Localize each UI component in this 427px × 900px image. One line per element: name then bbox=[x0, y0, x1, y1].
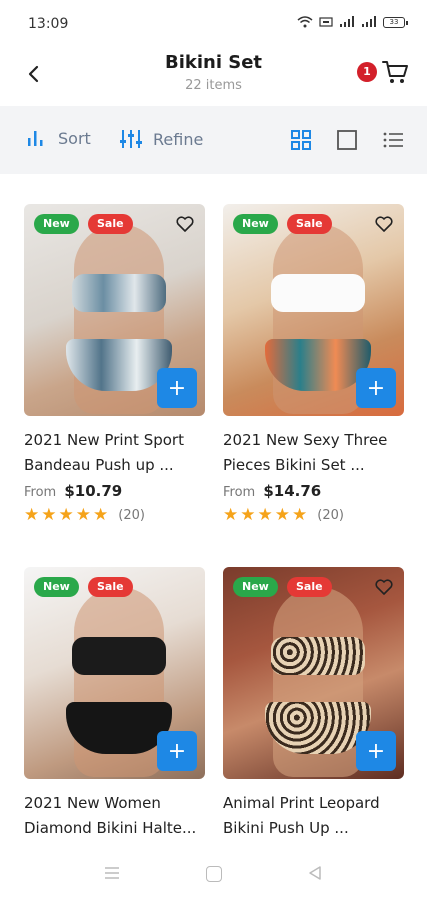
add-to-cart-button[interactable]: + bbox=[356, 731, 396, 771]
heart-icon bbox=[375, 216, 393, 232]
sort-label: Sort bbox=[58, 128, 91, 148]
swimsuit-top bbox=[72, 637, 166, 675]
new-badge: New bbox=[233, 214, 278, 234]
star-icon: ★ bbox=[292, 505, 308, 525]
grid-view-button[interactable] bbox=[289, 128, 313, 152]
status-time: 13:09 bbox=[28, 16, 69, 32]
plus-icon: + bbox=[366, 738, 386, 764]
plus-icon: + bbox=[167, 738, 187, 764]
product-image[interactable]: New Sale + bbox=[223, 567, 404, 779]
product-image[interactable]: New Sale + bbox=[223, 204, 404, 416]
status-bar: 13:09 33 bbox=[0, 0, 427, 44]
product-card[interactable]: New Sale + 2021 New Sexy Three Pieces Bi… bbox=[223, 204, 404, 524]
plus-icon: + bbox=[167, 375, 187, 401]
battery-icon: 33 bbox=[383, 16, 408, 28]
sort-bars-icon bbox=[28, 131, 43, 146]
list-view-icon bbox=[383, 132, 403, 148]
plus-icon: + bbox=[366, 375, 386, 401]
hd-signal-icon bbox=[319, 17, 333, 27]
list-view-button[interactable] bbox=[381, 128, 405, 152]
star-icon: ★ bbox=[240, 505, 256, 525]
star-icon: ★ bbox=[93, 505, 109, 525]
refine-button[interactable]: Refine bbox=[119, 128, 203, 150]
system-nav-bar bbox=[0, 850, 427, 900]
product-title[interactable]: 2021 New Women Diamond Bikini Halte... bbox=[24, 791, 205, 841]
wishlist-button[interactable] bbox=[372, 212, 396, 236]
price-prefix: From bbox=[223, 485, 256, 500]
sale-badge: Sale bbox=[88, 577, 133, 597]
view-switcher bbox=[289, 128, 405, 152]
cart-icon bbox=[382, 61, 408, 83]
header: Bikini Set 22 items 1 bbox=[0, 44, 427, 104]
new-badge: New bbox=[34, 577, 79, 597]
heart-icon bbox=[375, 579, 393, 595]
home-icon[interactable] bbox=[206, 866, 222, 882]
star-icon: ★ bbox=[58, 505, 74, 525]
sale-badge: Sale bbox=[88, 214, 133, 234]
sale-badge: Sale bbox=[287, 577, 332, 597]
refine-label: Refine bbox=[153, 129, 204, 149]
rating: ★ ★ ★ ★ ★ (20) bbox=[24, 506, 205, 524]
price-value: $10.79 bbox=[64, 482, 123, 500]
price-prefix: From bbox=[24, 485, 57, 500]
swimsuit-top bbox=[72, 274, 166, 312]
review-count: (20) bbox=[118, 507, 145, 523]
cart-badge: 1 bbox=[357, 62, 377, 82]
price-line: From $10.79 bbox=[24, 482, 205, 500]
price-value: $14.76 bbox=[263, 482, 322, 500]
new-badge: New bbox=[233, 577, 278, 597]
price-line: From $14.76 bbox=[223, 482, 404, 500]
new-badge: New bbox=[34, 214, 79, 234]
grid-view-icon bbox=[291, 130, 311, 150]
product-image[interactable]: New Sale + bbox=[24, 567, 205, 779]
product-card[interactable]: New Sale + 2021 New Women Diamond Bikini… bbox=[24, 567, 205, 841]
product-title[interactable]: Animal Print Leopard Bikini Push Up ... bbox=[223, 791, 404, 841]
star-icon: ★ bbox=[257, 505, 273, 525]
product-image[interactable]: New Sale + bbox=[24, 204, 205, 416]
star-icon: ★ bbox=[41, 505, 57, 525]
product-title[interactable]: 2021 New Print Sport Bandeau Push up ... bbox=[24, 428, 205, 478]
sort-button[interactable]: Sort bbox=[26, 128, 91, 148]
star-icon: ★ bbox=[75, 505, 91, 525]
wishlist-button[interactable] bbox=[173, 212, 197, 236]
rating: ★ ★ ★ ★ ★ (20) bbox=[223, 506, 404, 524]
sliders-icon bbox=[120, 130, 142, 148]
filter-toolbar: Sort Refine bbox=[0, 106, 427, 174]
add-to-cart-button[interactable]: + bbox=[356, 368, 396, 408]
swimsuit-top bbox=[271, 274, 365, 312]
star-icon: ★ bbox=[274, 505, 290, 525]
star-icon: ★ bbox=[24, 505, 40, 525]
product-title[interactable]: 2021 New Sexy Three Pieces Bikini Set ..… bbox=[223, 428, 404, 478]
add-to-cart-button[interactable]: + bbox=[157, 731, 197, 771]
product-card[interactable]: New Sale + Animal Print Leopard Bikini P… bbox=[223, 567, 404, 841]
review-count: (20) bbox=[317, 507, 344, 523]
menu-icon[interactable] bbox=[104, 866, 120, 880]
sale-badge: Sale bbox=[287, 214, 332, 234]
wifi-icon bbox=[297, 16, 313, 28]
signal-icon bbox=[340, 16, 354, 27]
back-triangle-icon[interactable] bbox=[308, 865, 322, 881]
swimsuit-top bbox=[271, 637, 365, 675]
product-card[interactable]: New Sale + 2021 New Print Sport Bandeau … bbox=[24, 204, 205, 524]
cart-button[interactable]: 1 bbox=[357, 56, 409, 90]
single-view-icon bbox=[337, 130, 357, 150]
single-view-button[interactable] bbox=[335, 128, 359, 152]
heart-icon bbox=[176, 216, 194, 232]
status-icons: 33 bbox=[297, 16, 408, 28]
signal-icon-2 bbox=[362, 16, 376, 27]
star-icon: ★ bbox=[223, 505, 239, 525]
add-to-cart-button[interactable]: + bbox=[157, 368, 197, 408]
wishlist-button[interactable] bbox=[372, 575, 396, 599]
